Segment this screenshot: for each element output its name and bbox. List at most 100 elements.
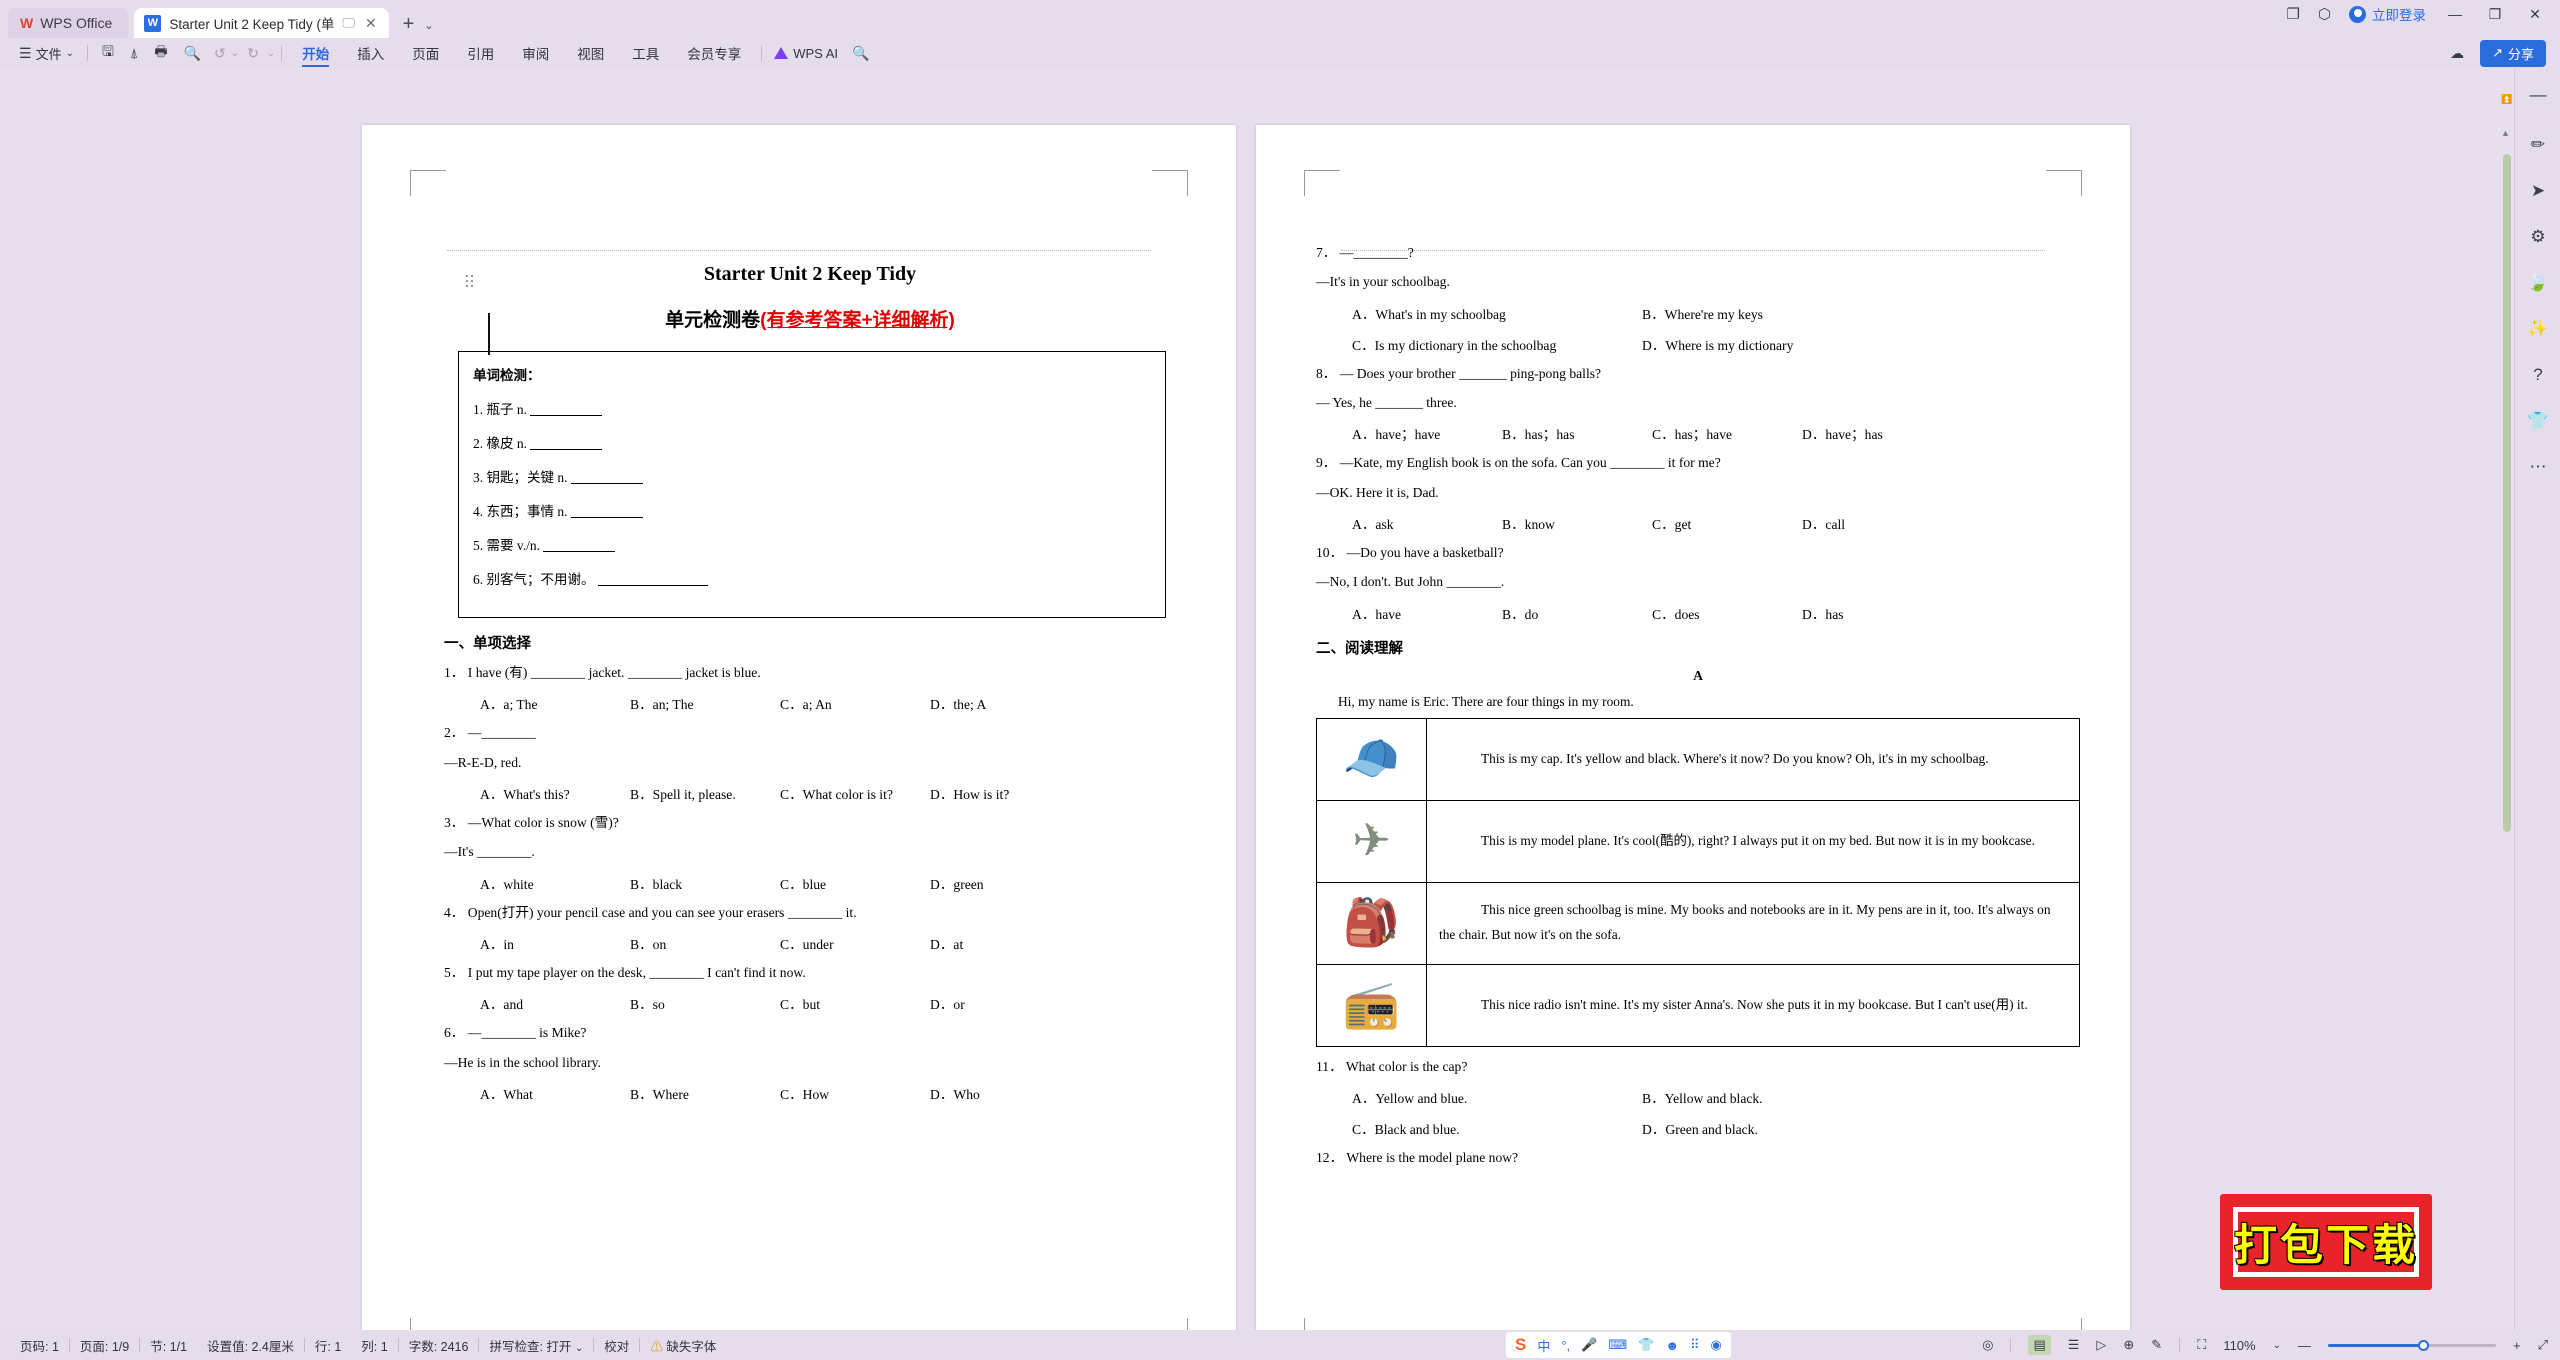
document-tab[interactable]: W Starter Unit 2 Keep Tidy (单 🖵 ✕ — [134, 8, 389, 38]
window-controls-group: ❐ ⬡ 立即登录 — ❐ ✕ — [2286, 4, 2546, 24]
share-button[interactable]: ↗ 分享 — [2480, 39, 2546, 67]
apps-grid-icon[interactable]: ⠿ — [1690, 1337, 1700, 1353]
emoji-icon[interactable]: ☻ — [1665, 1338, 1679, 1353]
document-canvas[interactable]: Starter Unit 2 Keep Tidy 单元检测卷(有参考答案+详细解… — [0, 68, 2560, 1330]
view-web-icon[interactable]: ⊕ — [2123, 1337, 2134, 1353]
cap-icon: 🧢 — [1342, 733, 1401, 785]
pen-edit-icon[interactable]: ✏ — [2515, 122, 2560, 168]
zoom-slider[interactable] — [2328, 1339, 2496, 1351]
view-page-layout-icon[interactable]: ▤ — [2028, 1335, 2051, 1355]
close-window-button[interactable]: ✕ — [2524, 6, 2546, 23]
tab-list-chevron-down-icon[interactable]: ⌄ — [424, 19, 433, 32]
tab-page[interactable]: 页面 — [398, 39, 453, 67]
tab-insert[interactable]: 插入 — [343, 39, 398, 67]
status-spellcheck[interactable]: 拼写检查: 打开 ⌄ — [479, 1336, 593, 1355]
reading-intro: Hi, my name is Eric. There are four thin… — [1338, 693, 1634, 709]
zoom-level-label[interactable]: 110% — [2223, 1338, 2255, 1353]
fullscreen-icon[interactable]: ⤢ — [2538, 1337, 2548, 1353]
login-button[interactable]: 立即登录 — [2349, 4, 2426, 24]
tab-tools[interactable]: 工具 — [618, 39, 673, 67]
microphone-icon[interactable]: 🎤 — [1581, 1337, 1597, 1353]
cursor-select-icon[interactable]: ➤ — [2515, 168, 2560, 214]
option-item: C．Is my dictionary in the schoolbag — [1352, 337, 1557, 353]
file-menu-button[interactable]: ☰ 文件 ⌄ — [12, 40, 81, 66]
ime-language-label[interactable]: 中 — [1537, 1336, 1550, 1355]
new-tab-icon[interactable]: + — [403, 13, 415, 36]
question-stem: 1． I have (有) ________ jacket. ________ … — [444, 665, 761, 680]
collapse-sidebar-icon[interactable]: — — [2515, 68, 2560, 122]
view-read-icon[interactable]: ▷ — [2096, 1337, 2106, 1353]
right-sidebar: — ✏ ➤ ⚙ 🍃 ✨ ? 👕 ⋯ — [2514, 68, 2560, 1330]
record-icon[interactable]: ◎ — [1982, 1337, 1993, 1353]
chevron-down-icon: ⌄ — [574, 1342, 584, 1354]
print-icon[interactable]: 🖶 — [146, 41, 175, 65]
redo-icon[interactable]: ↻ — [239, 45, 267, 62]
tab-member-exclusive[interactable]: 会员专享 — [673, 39, 755, 67]
zoom-in-button[interactable]: + — [2513, 1338, 2521, 1353]
question-stem: 3． —What color is snow (雪)? — [444, 815, 619, 831]
question-list-left: 1． I have (有) ________ jacket. ________ … — [444, 664, 1176, 1103]
hand-leaf-icon[interactable]: 🍃 — [2515, 260, 2560, 306]
option-item: D．How is it? — [930, 787, 1010, 803]
ime-mascot-icon[interactable]: ◉ — [1711, 1337, 1722, 1353]
vertical-scrollbar[interactable]: ⏫ ▲ — [2500, 68, 2514, 1330]
margin-corner — [1152, 1318, 1188, 1330]
search-icon[interactable]: 🔍 — [838, 45, 869, 62]
skin-shirt-icon[interactable]: 👕 — [2515, 398, 2560, 444]
close-tab-icon[interactable]: ✕ — [363, 15, 379, 32]
wps-office-home-chip[interactable]: W WPS Office — [8, 8, 129, 38]
tab-review[interactable]: 审阅 — [508, 39, 563, 67]
option-row: A．What's in my schoolbag B．Where're my ke… — [1352, 303, 2080, 323]
margin-corner — [410, 1318, 446, 1330]
present-monitor-icon[interactable]: 🖵 — [342, 15, 355, 31]
zoom-slider-knob[interactable] — [2418, 1339, 2429, 1351]
ribbon-bar: ☰ 文件 ⌄ 🖫 ⍋ 🖶 🔍 ↺ ⌄ ↻ ⌄ 开始 插入 页面 引用 审阅 视图… — [0, 38, 2560, 68]
paragraph-move-handle[interactable] — [466, 275, 475, 287]
fit-page-icon[interactable]: ⛶ — [2197, 1337, 2206, 1353]
view-protect-icon[interactable]: ✎ — [2151, 1337, 2162, 1353]
tab-start[interactable]: 开始 — [288, 39, 343, 67]
minimize-button[interactable]: — — [2444, 6, 2466, 22]
keyboard-icon[interactable]: ⌨ — [1608, 1337, 1627, 1353]
cube-box-icon[interactable]: ⬡ — [2318, 5, 2331, 23]
page-2[interactable]: 7． —________? —It's in your schoolbag. A．W… — [1256, 125, 2130, 1330]
view-outline-icon[interactable]: ☰ — [2068, 1337, 2080, 1353]
word-test-item-label: 5. 需要 v./n. — [473, 538, 540, 553]
more-options-icon[interactable]: ⋯ — [2515, 444, 2560, 490]
undo-chevron-down-icon[interactable]: ⌄ — [231, 48, 239, 59]
cloud-upload-icon[interactable]: ☁ — [2450, 45, 2464, 62]
quick-access-chevron-down-icon[interactable]: ⌄ — [267, 48, 275, 59]
status-proofread[interactable]: 校对 — [594, 1336, 639, 1355]
cloud-save-icon[interactable]: ⍋ — [122, 45, 146, 62]
scrollbar-thumb[interactable] — [2503, 154, 2511, 832]
ime-punctuation-icon[interactable]: °, — [1561, 1338, 1570, 1353]
maximize-button[interactable]: ❐ — [2484, 6, 2506, 23]
download-stamp-watermark[interactable]: 打包下载 — [2220, 1194, 2432, 1290]
scroll-up-page-icon[interactable]: ⏫ — [2501, 94, 2512, 105]
save-icon[interactable]: 🖫 — [94, 41, 122, 65]
ribbon-right-group: ☁ ↗ 分享 — [2450, 39, 2546, 67]
sogou-logo-icon[interactable]: S — [1515, 1335, 1526, 1355]
zoom-out-button[interactable]: — — [2298, 1338, 2311, 1353]
margin-corner — [2046, 170, 2082, 196]
zoom-chevron-down-icon[interactable]: ⌄ — [2273, 1340, 2281, 1351]
scroll-prev-icon[interactable]: ▲ — [2501, 128, 2510, 138]
settings-sliders-icon[interactable]: ⚙ — [2515, 214, 2560, 260]
wps-ai-button[interactable]: WPS AI — [768, 46, 838, 61]
copy-window-icon[interactable]: ❐ — [2286, 5, 2299, 23]
share-icon: ↗ — [2492, 45, 2503, 60]
print-preview-icon[interactable]: 🔍 — [176, 45, 209, 62]
status-pages: 页面: 1/9 — [79, 1339, 130, 1354]
status-missing-font[interactable]: ⚠ 缺失字体 — [640, 1336, 726, 1355]
tab-reference[interactable]: 引用 — [453, 39, 508, 67]
answer-blank — [570, 517, 643, 518]
help-question-icon[interactable]: ? — [2515, 352, 2560, 398]
option-item: A．What's this? — [480, 787, 570, 803]
page-1[interactable]: Starter Unit 2 Keep Tidy 单元检测卷(有参考答案+详细解… — [362, 125, 1236, 1330]
answer-blank — [530, 415, 603, 416]
tab-view[interactable]: 视图 — [563, 39, 618, 67]
magic-wand-icon[interactable]: ✨ — [2515, 306, 2560, 352]
question-stem: 10． —Do you have a basketball? — [1316, 545, 1504, 561]
undo-icon[interactable]: ↺ — [209, 45, 231, 62]
skin-icon[interactable]: 👕 — [1638, 1337, 1654, 1353]
